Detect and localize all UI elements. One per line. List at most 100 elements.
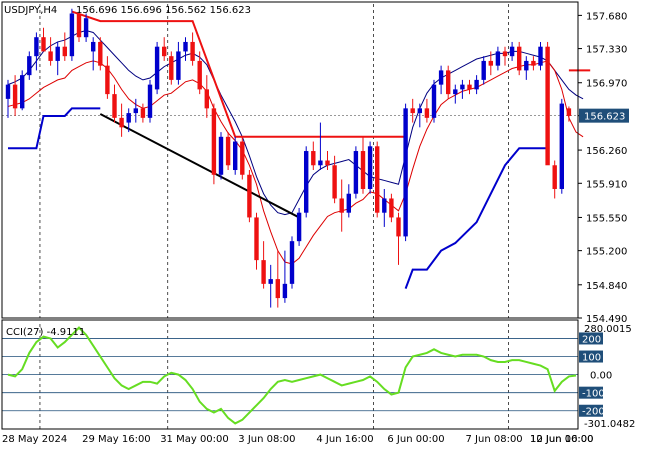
- candle-body: [240, 141, 245, 175]
- candle-body: [332, 165, 337, 199]
- candle-body: [218, 136, 224, 175]
- ohlc-readout: 156.696 156.696 156.562 156.623: [76, 5, 251, 16]
- candle-body: [268, 279, 273, 284]
- candle-body: [353, 151, 359, 194]
- candle-body: [211, 108, 217, 175]
- candle-body: [275, 279, 281, 299]
- candle-body: [126, 113, 131, 123]
- candle-body: [360, 151, 366, 189]
- candle-body: [147, 84, 153, 118]
- symbol-title: USDJPY,H4: [4, 5, 57, 16]
- candle-body: [382, 198, 387, 213]
- candle-body: [254, 217, 259, 261]
- cci-title: CCI(27) -4.9111: [6, 327, 85, 338]
- candle-body: [289, 241, 295, 284]
- candle-body: [197, 60, 202, 90]
- price-tick-label: 157.680: [586, 11, 627, 22]
- candle-body: [296, 212, 302, 242]
- candle-body: [90, 41, 96, 52]
- time-axis-label: 28 May 2024: [2, 434, 67, 445]
- candle-body: [169, 56, 174, 80]
- candle-body: [339, 198, 344, 213]
- candle-body: [516, 46, 522, 71]
- candle-body: [346, 193, 352, 213]
- candle-body: [410, 108, 415, 114]
- candle-body: [488, 60, 494, 66]
- candle-body: [303, 151, 309, 213]
- candle-body: [282, 283, 288, 299]
- cci-level-label: 0.00: [590, 371, 612, 382]
- candle-body: [119, 117, 124, 128]
- candle-body: [424, 108, 430, 118]
- candle-body: [389, 198, 394, 218]
- candle-body: [62, 46, 68, 57]
- candle-body: [161, 46, 167, 57]
- candle-body: [531, 60, 536, 66]
- price-tick-label: 156.260: [586, 146, 627, 157]
- candle-body: [502, 51, 508, 57]
- candle-body: [566, 108, 572, 116]
- candle-body: [140, 108, 146, 118]
- candle-body: [538, 46, 543, 66]
- candle-body: [396, 217, 401, 237]
- candle-body: [112, 94, 117, 118]
- candle-body: [367, 146, 373, 189]
- candle-body: [98, 41, 103, 66]
- candle-body: [495, 51, 501, 66]
- candle-body: [467, 84, 472, 90]
- time-axis-label: 12 Jun 00:00: [530, 434, 594, 445]
- price-tick-label: 157.330: [586, 45, 627, 56]
- candle-body: [552, 165, 557, 189]
- candle-body: [403, 108, 408, 237]
- candle-body: [417, 108, 423, 114]
- time-axis-label: 3 Jun 08:00: [238, 434, 295, 445]
- candle-body: [105, 65, 110, 95]
- current-price-label: 156.623: [584, 112, 625, 123]
- candle-body: [311, 151, 316, 166]
- candle-body: [261, 260, 266, 284]
- cci-level-label: -100: [582, 389, 605, 400]
- candle-body: [318, 160, 323, 166]
- candle-body: [55, 46, 60, 61]
- cci-level-label: 200: [582, 334, 601, 345]
- price-tick-label: 155.200: [586, 247, 627, 258]
- candle-body: [247, 174, 252, 218]
- cci-level-label: -200: [582, 407, 605, 418]
- candle-body: [154, 46, 160, 90]
- price-tick-label: 156.970: [586, 79, 627, 90]
- candle-body: [34, 37, 39, 57]
- candle-body: [19, 75, 25, 109]
- candle-body: [76, 13, 82, 38]
- candle-body: [524, 60, 529, 71]
- candle-body: [232, 141, 238, 171]
- price-tick-label: 155.910: [586, 179, 627, 190]
- candle-body: [69, 13, 75, 57]
- candle-body: [453, 89, 458, 95]
- candle-body: [438, 70, 444, 85]
- cci-min-label: -301.0482: [584, 419, 635, 430]
- candle-body: [48, 51, 53, 61]
- candle-body: [509, 46, 515, 57]
- candle-body: [204, 89, 210, 109]
- candle-body: [445, 70, 451, 95]
- time-axis-label: 29 May 16:00: [82, 434, 151, 445]
- time-axis-label: 6 Jun 00:00: [387, 434, 444, 445]
- forex-chart: 157.680 157.330 156.970 156.623 156.260 155.9…: [0, 0, 660, 450]
- candle-body: [27, 56, 32, 76]
- candle-body: [545, 46, 550, 166]
- time-axis-label: 31 May 00:00: [160, 434, 229, 445]
- candle-body: [183, 41, 188, 52]
- time-axis-label: 7 Jun 08:00: [466, 434, 523, 445]
- price-tick-label: 155.550: [586, 213, 627, 224]
- candle-body: [12, 84, 18, 109]
- candle-body: [559, 103, 565, 189]
- time-axis-label: 4 Jun 16:00: [316, 434, 373, 445]
- candle-body: [225, 136, 231, 166]
- candle-body: [5, 84, 11, 99]
- cci-level-label: 100: [582, 353, 601, 364]
- candle-body: [460, 84, 465, 90]
- candle-body: [431, 84, 437, 118]
- candle-body: [133, 108, 139, 114]
- candle-body: [41, 37, 46, 52]
- candle-body: [83, 18, 89, 38]
